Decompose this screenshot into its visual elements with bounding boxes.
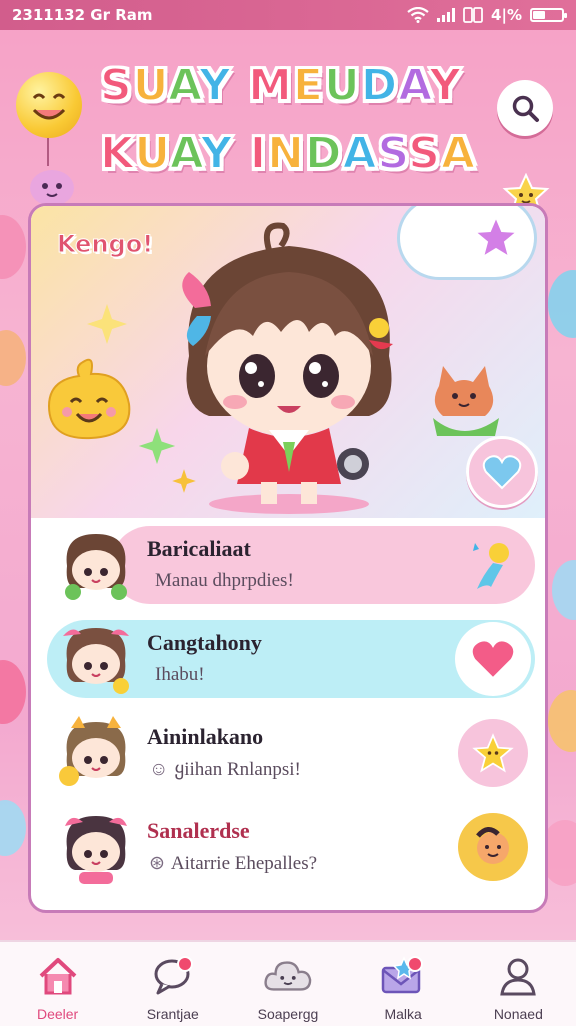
favorite-button[interactable] [466,436,538,508]
balloon-decoration [0,800,26,856]
list-item[interactable]: Aininlakano ☺ ყiihan Rnlanpsi! [31,706,545,800]
nav-item-explore[interactable]: Soapergg [233,942,343,1022]
nav-item-mail[interactable]: Malka [348,942,458,1022]
avatar [63,628,129,694]
balloon-decoration [0,660,26,724]
battery-icon [530,8,567,22]
list-item-title: Baricaliaat [147,536,251,561]
list-item-title: Cangtahony [147,630,262,655]
list-item-subtitle: ⊛ Aitarrie Ehepalles? [149,853,318,874]
search-icon [512,95,539,122]
profile-icon [500,958,537,996]
sim-icon [463,7,483,23]
smiley-balloon-icon [16,72,82,138]
nav-label: Deeler [36,1006,79,1022]
notification-dot [176,956,193,972]
emoji-button[interactable] [455,810,531,884]
wifi-icon [407,7,429,23]
bubble-creature-icon [30,170,74,206]
hero-exclaim-text: Kengo! [56,230,154,259]
list-item[interactable]: Cangtahony Ihabu! [31,612,545,706]
app-title-line1: SUAY MEUDAY [99,59,462,112]
sticker-button[interactable] [455,716,531,790]
chibi-girl-illustration [182,222,393,514]
heart-icon [482,455,522,490]
star-sticker-icon [472,733,514,773]
status-bar: 2311132 Gr Ram 4|% [0,0,576,30]
nav-item-home[interactable]: Deeler [3,942,113,1022]
nav-label: Nonaed [493,1006,543,1022]
balloon-decoration [0,215,26,279]
yellow-blob-creature [47,358,131,440]
like-button[interactable] [455,622,531,696]
list-item-title: Aininlakano [147,724,264,749]
home-icon [39,958,76,995]
list-item-subtitle: ☺ ყiihan Rnlanpsi! [149,759,301,780]
heart-icon [472,641,514,677]
balloon-decoration [552,560,576,620]
mermaid-sticker-button[interactable] [455,528,531,602]
face-emoji-icon [476,827,509,864]
nav-label: Malka [384,1006,422,1022]
balloon-decoration [548,690,576,752]
list-item-title: Sanalerdse [147,818,250,843]
list-item[interactable]: Baricaliaat Manau dhprpdies! [31,518,545,612]
avatar [65,816,127,884]
app-title-line2: KUAY INDASSA [99,127,477,180]
balloon-decoration [548,270,576,338]
avatar [59,716,126,786]
balloon-decoration [0,330,26,386]
nav-item-chat[interactable]: Srantjae [118,942,228,1022]
battery-percent: 4|% [491,6,522,24]
list-item[interactable]: Sanalerdse ⊛ Aitarrie Ehepalles? [31,800,545,894]
list-item-subtitle: Manau dhprpdies! [155,570,294,591]
main-card: Kengo! Baricaliaat Manau dhprpdies! Cang… [28,203,548,913]
nav-label: Soapergg [257,1006,319,1022]
cloud-icon [264,961,312,991]
signal-icon [437,8,456,22]
app-header: SUAY MEUDAY KUAY INDASSA [0,30,576,217]
list-item-subtitle: Ihabu! [155,664,205,685]
bottom-navigation: Deeler Srantjae Soapergg Malka Nonaed [0,940,576,1026]
hero-banner: Kengo! [31,206,545,518]
nav-label: Srantjae [146,1006,199,1022]
mermaid-icon [473,543,509,589]
nav-item-profile[interactable]: Nonaed [463,942,573,1022]
status-time: 2311132 Gr Ram [12,6,153,24]
sparkle-star-icon [87,304,127,344]
cat-creature [433,366,499,436]
search-button[interactable] [497,80,553,136]
star-icon [472,214,520,260]
avatar [65,534,127,600]
